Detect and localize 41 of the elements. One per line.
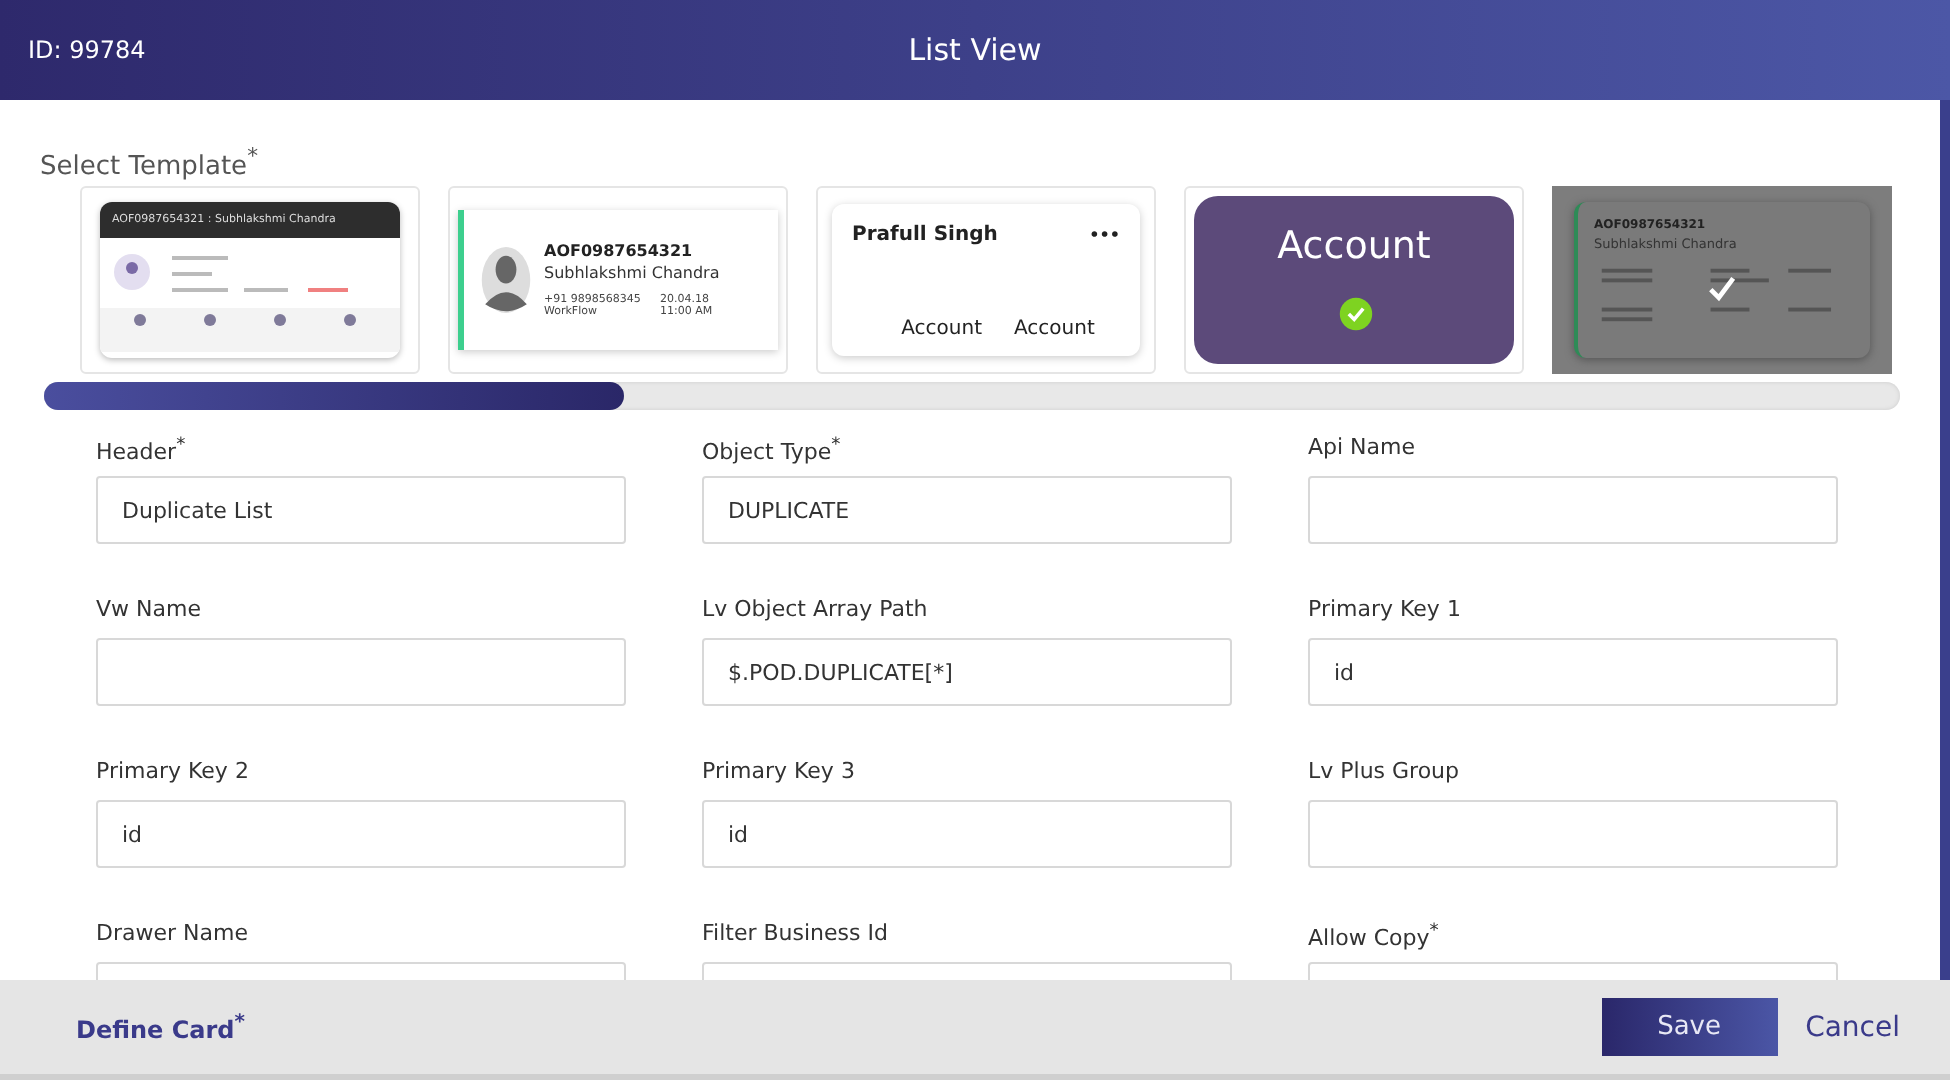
field-label: Drawer Name xyxy=(96,920,250,948)
field-label: Primary Key 1 xyxy=(1308,596,1463,624)
field-label: Header$^{*}$ xyxy=(96,434,188,462)
input-field[interactable]: id xyxy=(1308,638,1838,706)
scrollbar[interactable] xyxy=(44,382,1900,410)
scrollbar-thumb[interactable] xyxy=(44,382,624,410)
tile-title: Account xyxy=(1277,224,1431,268)
input-field[interactable] xyxy=(1308,476,1838,544)
check-icon xyxy=(1706,272,1738,304)
cancel-button[interactable]: Cancel xyxy=(1805,1011,1900,1043)
field-label: Lv Object Array Path xyxy=(702,596,930,624)
check-icon xyxy=(1338,296,1374,332)
input-field[interactable]: Duplicate List xyxy=(96,476,626,544)
card-id: AOF0987654321 xyxy=(544,242,695,260)
input-field[interactable]: id xyxy=(96,800,626,868)
define-card-link[interactable]: Define Card$^{*}$ xyxy=(76,1011,245,1043)
field-label: Vw Name xyxy=(96,596,203,624)
field-label: Primary Key 3 xyxy=(702,758,857,786)
save-button[interactable]: Save xyxy=(1601,998,1778,1056)
input-field[interactable] xyxy=(96,638,626,706)
field-label: Filter Business Id xyxy=(702,920,890,948)
field-label: Object Type$^{*}$ xyxy=(702,434,843,462)
field-label: Lv Plus Group xyxy=(1308,758,1462,786)
field-label: Primary Key 2 xyxy=(96,758,251,786)
section-label: Select Template$^{*}$ xyxy=(38,142,260,182)
input-field[interactable]: id xyxy=(702,800,1232,868)
card-name: Prafull Singh xyxy=(852,224,998,246)
input-field[interactable] xyxy=(1308,800,1838,868)
field-label: Allow Copy$^{*}$ xyxy=(1308,920,1441,948)
template-option[interactable]: Account xyxy=(1184,186,1524,374)
record-id: ID: 99784 xyxy=(28,36,146,64)
input-field[interactable]: DUPLICATE xyxy=(702,476,1232,544)
card-field: Account xyxy=(901,318,982,340)
card-name: Subhlakshmi Chandra xyxy=(544,264,720,282)
field-label: Api Name xyxy=(1308,434,1418,462)
window-title: List View xyxy=(908,32,1042,68)
card-field: Account xyxy=(1014,318,1095,340)
avatar-icon xyxy=(480,244,532,316)
input-field[interactable]: $.POD.DUPLICATE[*] xyxy=(702,638,1232,706)
template-option[interactable]: Prafull Singh ••• Account Account xyxy=(816,186,1156,374)
more-icon[interactable]: ••• xyxy=(1089,226,1120,244)
